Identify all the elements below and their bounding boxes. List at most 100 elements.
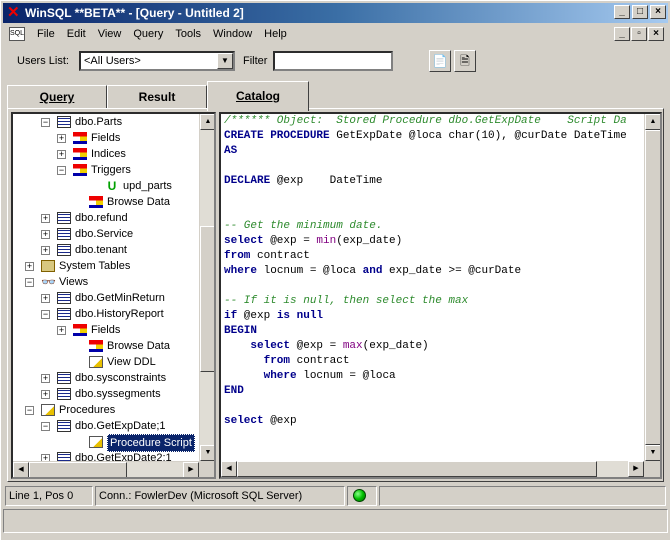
expand-icon[interactable]: + [41, 374, 50, 383]
expand-icon[interactable]: + [41, 294, 50, 303]
tree-node[interactable]: + dbo.Service [13, 226, 199, 242]
app-window: ✕ WinSQL **BETA** - [Query - Untitled 2]… [0, 0, 671, 541]
tree-node[interactable]: + Indices [13, 146, 199, 162]
expand-icon[interactable]: + [57, 150, 66, 159]
tree-scroll-thumb[interactable] [200, 226, 214, 372]
menu-tools[interactable]: Tools [169, 28, 207, 40]
tree-node[interactable]: + dbo.tenant [13, 242, 199, 258]
tree-node-label: Browse Data [107, 340, 170, 352]
scroll-left-button[interactable]: ◀ [13, 462, 29, 477]
tree-nodes: − dbo.Parts + Fields + Indices − Triggers Uupd_p… [13, 114, 199, 461]
tab-query[interactable]: Query [7, 85, 107, 109]
document-icon[interactable]: SQL [9, 27, 25, 41]
scroll-down-button[interactable]: ▼ [200, 445, 214, 461]
minimize-button[interactable]: _ [614, 5, 630, 19]
editor-scroll-thumb[interactable] [645, 130, 660, 445]
code-line: CREATE PROCEDURE GetExpDate @loca char(1… [224, 130, 627, 142]
editor-hscroll-thumb[interactable] [237, 461, 597, 477]
scroll-right-button[interactable]: ▶ [183, 462, 199, 477]
filter-input[interactable] [273, 51, 393, 71]
editor-scroll-left-button[interactable]: ◀ [221, 461, 237, 477]
tree-hscroll-thumb[interactable] [29, 462, 127, 477]
expand-icon[interactable]: + [41, 390, 50, 399]
mdi-minimize-button[interactable]: _ [614, 27, 630, 41]
expand-icon[interactable]: + [25, 262, 34, 271]
proc-icon [57, 420, 71, 432]
title-bar[interactable]: ✕ WinSQL **BETA** - [Query - Untitled 2]… [3, 3, 668, 23]
editor-vertical-scrollbar[interactable]: ▲ ▼ [644, 114, 660, 461]
expand-icon[interactable]: + [57, 326, 66, 335]
collapse-icon[interactable]: − [41, 422, 50, 431]
tree-node[interactable]: Uupd_parts [13, 178, 199, 194]
pencil-doc-icon [41, 404, 55, 416]
tree-node[interactable]: + System Tables [13, 258, 199, 274]
mdi-close-button[interactable]: × [648, 27, 664, 41]
expand-icon[interactable]: + [41, 230, 50, 239]
close-button[interactable]: × [650, 5, 666, 19]
refresh-button[interactable]: 🗎 [454, 50, 476, 72]
menu-file[interactable]: File [31, 28, 61, 40]
collapse-icon[interactable]: − [41, 118, 50, 127]
tree-node[interactable]: + Fields [13, 322, 199, 338]
menu-view[interactable]: View [92, 28, 128, 40]
tree-vertical-scrollbar[interactable]: ▲ ▼ [199, 114, 214, 461]
code-line: from contract [224, 250, 310, 262]
tree-node[interactable]: − dbo.HistoryReport [13, 306, 199, 322]
tree-node[interactable]: Browse Data [13, 338, 199, 354]
copy-script-button[interactable]: 📄 [429, 50, 451, 72]
editor-scroll-up-button[interactable]: ▲ [645, 114, 660, 130]
expand-icon[interactable]: + [41, 246, 50, 255]
table-icon [57, 116, 71, 128]
editor-horizontal-scrollbar[interactable]: ◀ ▶ [221, 461, 644, 477]
tree-node[interactable]: − dbo.Parts [13, 114, 199, 130]
tree-node[interactable]: + dbo.GetExpDate2;1 [13, 450, 199, 461]
tab-catalog[interactable]: Catalog [207, 81, 309, 111]
status-bar: Line 1, Pos 0 Conn.: FowlerDev (Microsof… [3, 486, 668, 506]
scroll-up-button[interactable]: ▲ [200, 114, 214, 130]
menu-help[interactable]: Help [258, 28, 293, 40]
menu-window[interactable]: Window [207, 28, 258, 40]
filter-label: Filter [243, 55, 268, 67]
code-area[interactable]: /****** Object: Stored Procedure dbo.Get… [224, 114, 654, 459]
tree-node[interactable]: − Procedures [13, 402, 199, 418]
collapse-icon[interactable]: − [25, 278, 34, 287]
editor-scroll-down-button[interactable]: ▼ [645, 445, 660, 461]
menu-edit[interactable]: Edit [61, 28, 92, 40]
tree-node[interactable]: + dbo.refund [13, 210, 199, 226]
expand-icon[interactable]: + [41, 214, 50, 223]
tree-node[interactable]: − Triggers [13, 162, 199, 178]
editor-scroll-right-button[interactable]: ▶ [628, 461, 644, 477]
maximize-button[interactable]: □ [632, 5, 648, 19]
tree-node[interactable]: + dbo.GetMinReturn [13, 290, 199, 306]
catalog-tree[interactable]: − dbo.Parts + Fields + Indices − Triggers Uupd_p… [11, 112, 216, 479]
tree-horizontal-scrollbar[interactable]: ◀ ▶ [13, 461, 199, 477]
users-list-combo[interactable]: <All Users> ▼ [79, 51, 235, 71]
tree-node[interactable]: Browse Data [13, 194, 199, 210]
tree-node[interactable]: − dbo.GetExpDate;1 [13, 418, 199, 434]
tree-node[interactable]: + dbo.sysconstraints [13, 370, 199, 386]
menu-bar: SQL File Edit View Query Tools Window He… [3, 24, 668, 44]
collapse-icon[interactable]: − [25, 406, 34, 415]
tab-result[interactable]: Result [107, 85, 207, 109]
mdi-restore-button[interactable]: ▫ [631, 27, 647, 41]
sql-editor[interactable]: /****** Object: Stored Procedure dbo.Get… [219, 112, 662, 479]
chevron-down-icon[interactable]: ▼ [217, 53, 233, 69]
collapse-icon[interactable]: − [41, 310, 50, 319]
tree-node-label: dbo.refund [75, 212, 128, 224]
tree-node[interactable]: − 👓 Views [13, 274, 199, 290]
tree-node[interactable]: View DDL [13, 354, 199, 370]
fields-icon [73, 164, 87, 176]
tree-node[interactable]: + Fields [13, 130, 199, 146]
fields-icon [89, 196, 103, 208]
scroll-corner [199, 461, 214, 477]
status-extra-panel [379, 486, 666, 506]
users-list-value: <All Users> [84, 55, 141, 67]
refresh-icon: 🗎 [460, 54, 470, 68]
winsql-logo-icon: ✕ [7, 4, 20, 21]
expand-icon[interactable]: + [41, 454, 50, 461]
menu-query[interactable]: Query [127, 28, 169, 40]
tree-node[interactable]: + dbo.syssegments [13, 386, 199, 402]
expand-icon[interactable]: + [57, 134, 66, 143]
collapse-icon[interactable]: − [57, 166, 66, 175]
tree-node[interactable]: Procedure Script [13, 434, 199, 452]
